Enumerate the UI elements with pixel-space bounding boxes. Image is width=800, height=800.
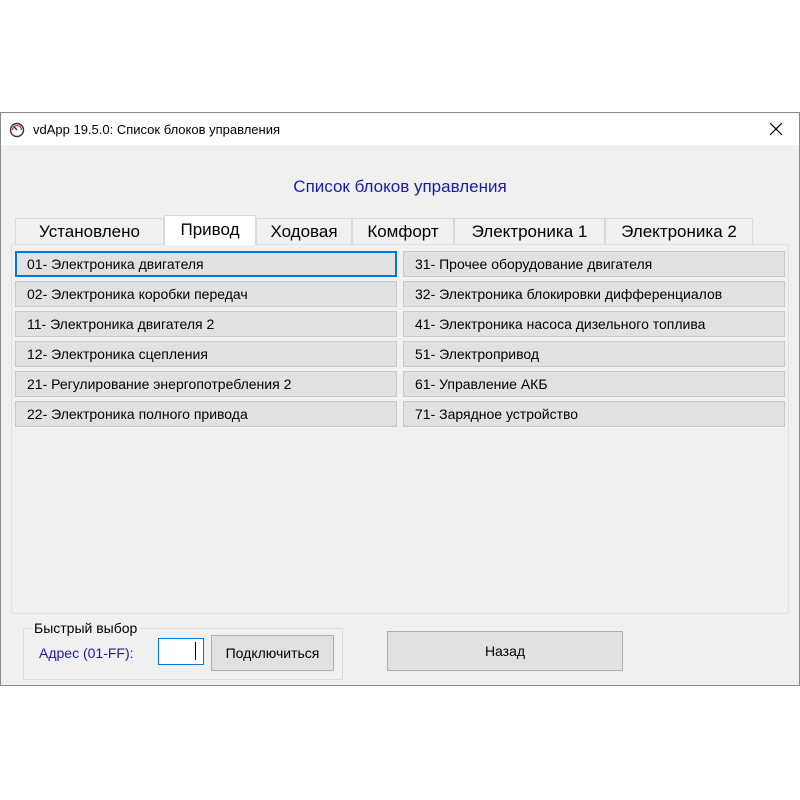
- window-title: vdApp 19.5.0: Список блоков управления: [33, 122, 281, 137]
- control-unit-12-button[interactable]: 12- Электроника сцепления: [15, 341, 397, 367]
- tab-comfort[interactable]: Комфорт: [352, 218, 454, 245]
- tab-electronics-1[interactable]: Электроника 1: [454, 218, 605, 245]
- control-unit-11-button[interactable]: 11- Электроника двигателя 2: [15, 311, 397, 337]
- tab-installed[interactable]: Установлено: [15, 218, 164, 245]
- close-icon: [769, 122, 783, 136]
- control-unit-02-button[interactable]: 02- Электроника коробки передач: [15, 281, 397, 307]
- control-unit-61-button[interactable]: 61- Управление АКБ: [403, 371, 785, 397]
- tab-drive[interactable]: Привод: [164, 215, 256, 245]
- control-unit-32-button[interactable]: 32- Электроника блокировки дифференциало…: [403, 281, 785, 307]
- address-input[interactable]: [158, 638, 204, 665]
- tab-electronics-2[interactable]: Электроника 2: [605, 218, 753, 245]
- title-bar[interactable]: vdApp 19.5.0: Список блоков управления: [1, 113, 799, 145]
- control-unit-22-button[interactable]: 22- Электроника полного привода: [15, 401, 397, 427]
- control-unit-51-button[interactable]: 51- Электропривод: [403, 341, 785, 367]
- text-caret: [195, 642, 196, 660]
- control-unit-01-button[interactable]: 01- Электроника двигателя: [15, 251, 397, 277]
- close-button[interactable]: [753, 113, 799, 145]
- tab-chassis[interactable]: Ходовая: [256, 218, 352, 245]
- speedometer-icon: [9, 122, 25, 138]
- main-window: vdApp 19.5.0: Список блоков управления С…: [0, 112, 800, 686]
- page-heading: Список блоков управления: [293, 177, 507, 196]
- control-unit-31-button[interactable]: 31- Прочее оборудование двигателя: [403, 251, 785, 277]
- address-label: Адрес (01-FF):: [39, 645, 134, 661]
- control-unit-21-button[interactable]: 21- Регулирование энергопотребления 2: [15, 371, 397, 397]
- control-unit-71-button[interactable]: 71- Зарядное устройство: [403, 401, 785, 427]
- back-button[interactable]: Назад: [387, 631, 623, 671]
- control-unit-41-button[interactable]: 41- Электроника насоса дизельного топлив…: [403, 311, 785, 337]
- quick-select-legend: Быстрый выбор: [31, 620, 141, 636]
- connect-button[interactable]: Подключиться: [211, 635, 334, 671]
